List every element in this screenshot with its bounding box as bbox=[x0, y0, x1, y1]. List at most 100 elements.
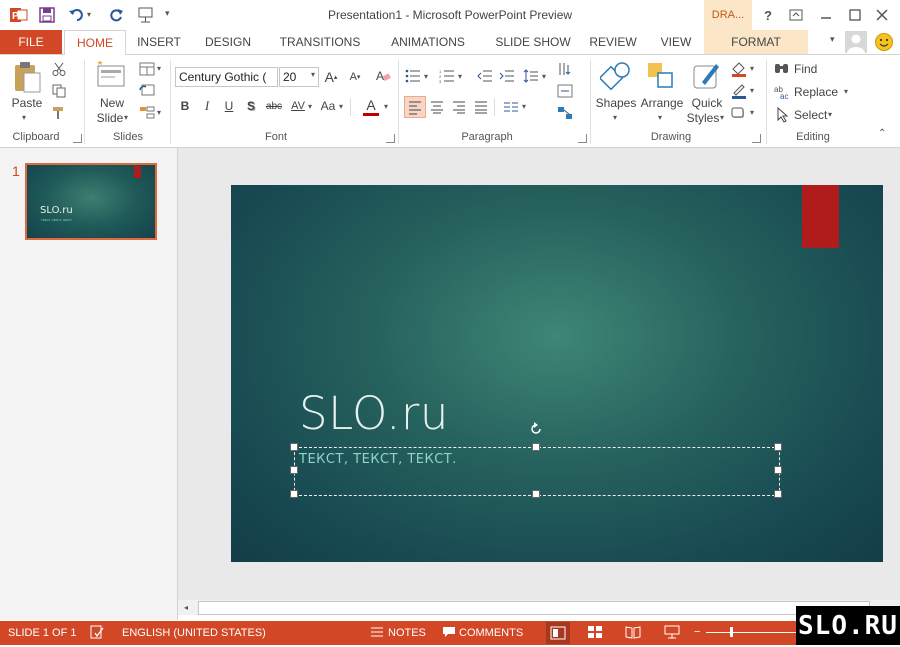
collapse-ribbon-icon[interactable]: ⌃ bbox=[878, 128, 886, 139]
scrollbar-thumb[interactable] bbox=[198, 601, 870, 615]
shapes-dropdown-icon[interactable]: ▾ bbox=[613, 113, 617, 122]
align-text-icon[interactable] bbox=[556, 82, 574, 100]
zoom-slider-track[interactable] bbox=[706, 632, 796, 633]
arrange-label[interactable]: Arrange bbox=[636, 96, 688, 111]
font-name-combo[interactable]: Century Gothic ( bbox=[175, 67, 278, 87]
replace-dropdown-icon[interactable]: ▾ bbox=[844, 87, 848, 96]
slide-show-view-icon[interactable] bbox=[664, 625, 680, 642]
tab-review[interactable]: REVIEW bbox=[588, 30, 638, 54]
resize-handle-left[interactable] bbox=[290, 466, 298, 474]
paste-button-label[interactable]: Paste bbox=[8, 96, 46, 111]
bullets-icon[interactable] bbox=[404, 67, 422, 85]
slide-thumbnail[interactable]: SLO.ru ТЕКСТ, ТЕКСТ, ТЕКСТ. bbox=[25, 163, 157, 240]
quick-styles-dropdown-icon[interactable]: ▾ bbox=[720, 113, 724, 122]
language-status[interactable]: ENGLISH (UNITED STATES) bbox=[122, 627, 266, 639]
columns-dropdown-icon[interactable]: ▾ bbox=[522, 102, 526, 111]
zoom-out-icon[interactable]: − bbox=[694, 626, 700, 638]
text-direction-icon[interactable] bbox=[556, 60, 574, 78]
maximize-icon[interactable] bbox=[845, 6, 865, 24]
shapes-label[interactable]: Shapes bbox=[594, 96, 638, 111]
normal-view-button[interactable] bbox=[546, 622, 570, 644]
line-spacing-icon[interactable] bbox=[522, 67, 540, 85]
shape-effects-icon[interactable] bbox=[730, 104, 748, 122]
find-icon[interactable] bbox=[774, 61, 790, 80]
grow-font-button[interactable]: A ▴ bbox=[322, 68, 340, 86]
clear-formatting-icon[interactable]: A bbox=[374, 67, 392, 85]
notes-icon[interactable] bbox=[370, 626, 384, 641]
tab-transitions[interactable]: TRANSITIONS bbox=[272, 30, 368, 54]
comments-button[interactable]: COMMENTS bbox=[459, 627, 523, 639]
tab-view[interactable]: VIEW bbox=[654, 30, 698, 54]
slide-title[interactable]: SLO.ru bbox=[299, 387, 449, 440]
shape-fill-dropdown-icon[interactable]: ▾ bbox=[750, 64, 754, 73]
resize-handle-top[interactable] bbox=[532, 443, 540, 451]
align-center-icon[interactable] bbox=[428, 98, 446, 116]
font-size-combo[interactable]: 20 ▾ bbox=[279, 67, 319, 87]
new-slide-icon[interactable] bbox=[96, 60, 126, 95]
avatar[interactable] bbox=[845, 31, 867, 53]
font-color-button[interactable]: A bbox=[362, 96, 380, 116]
slide-sorter-view-icon[interactable] bbox=[587, 625, 603, 642]
shape-outline-dropdown-icon[interactable]: ▾ bbox=[750, 86, 754, 95]
underline-button[interactable]: U bbox=[220, 97, 238, 115]
resize-handle-bottom-right[interactable] bbox=[774, 490, 782, 498]
select-dropdown-icon[interactable]: ▾ bbox=[828, 110, 832, 119]
reset-slide-icon[interactable] bbox=[138, 82, 156, 100]
font-launcher-icon[interactable] bbox=[386, 134, 395, 143]
clipboard-launcher-icon[interactable] bbox=[73, 134, 82, 143]
strikethrough-button[interactable]: abc bbox=[262, 97, 286, 115]
font-color-dropdown-icon[interactable]: ▾ bbox=[384, 102, 388, 111]
shape-outline-icon[interactable] bbox=[730, 82, 748, 100]
tab-home[interactable]: HOME bbox=[64, 30, 126, 56]
new-slide-dropdown-icon[interactable]: ▾ bbox=[124, 113, 128, 122]
select-cursor-icon[interactable] bbox=[776, 106, 790, 126]
account-dropdown-icon[interactable]: ▾ bbox=[830, 34, 835, 45]
line-spacing-dropdown-icon[interactable]: ▾ bbox=[542, 72, 546, 81]
slide-canvas[interactable]: SLO.ru ТЕКСТ, ТЕКСТ, ТЕКСТ. bbox=[231, 185, 883, 562]
slide-subtitle[interactable]: ТЕКСТ, ТЕКСТ, ТЕКСТ. bbox=[299, 452, 457, 467]
paste-icon[interactable] bbox=[12, 60, 42, 97]
arrange-dropdown-icon[interactable]: ▾ bbox=[658, 113, 662, 122]
zoom-slider-thumb[interactable] bbox=[730, 627, 733, 637]
paragraph-launcher-icon[interactable] bbox=[578, 134, 587, 143]
change-case-dropdown-icon[interactable]: ▾ bbox=[339, 102, 343, 111]
bold-button[interactable]: B bbox=[176, 97, 194, 115]
quick-styles-icon[interactable] bbox=[690, 60, 722, 95]
feedback-smiley-icon[interactable] bbox=[874, 32, 894, 55]
cut-icon[interactable] bbox=[50, 60, 68, 78]
quick-styles-label-1[interactable]: Quick bbox=[684, 96, 730, 111]
align-left-button[interactable] bbox=[404, 96, 426, 118]
resize-handle-top-right[interactable] bbox=[774, 443, 782, 451]
layout-dropdown-icon[interactable]: ▾ bbox=[157, 64, 161, 73]
find-button[interactable]: Find bbox=[794, 62, 817, 76]
paste-dropdown-icon[interactable]: ▾ bbox=[22, 113, 26, 122]
tab-format[interactable]: FORMAT bbox=[704, 30, 808, 54]
justify-icon[interactable] bbox=[472, 98, 490, 116]
italic-button[interactable]: I bbox=[198, 97, 216, 115]
convert-to-smartart-icon[interactable] bbox=[556, 104, 574, 122]
character-spacing-dropdown-icon[interactable]: ▾ bbox=[308, 102, 312, 111]
character-spacing-button[interactable]: AV bbox=[288, 97, 308, 115]
numbering-icon[interactable]: 123 bbox=[438, 67, 456, 85]
scroll-left-icon[interactable]: ◂ bbox=[184, 603, 188, 612]
increase-indent-icon[interactable] bbox=[498, 67, 516, 85]
decrease-indent-icon[interactable] bbox=[476, 67, 494, 85]
help-button[interactable]: ? bbox=[758, 6, 778, 24]
columns-icon[interactable] bbox=[502, 98, 520, 116]
shape-effects-dropdown-icon[interactable]: ▾ bbox=[750, 108, 754, 117]
copy-icon[interactable] bbox=[50, 82, 68, 100]
resize-handle-top-left[interactable] bbox=[290, 443, 298, 451]
tab-insert[interactable]: INSERT bbox=[130, 30, 188, 54]
font-size-dropdown-icon[interactable]: ▾ bbox=[311, 70, 315, 79]
change-case-button[interactable]: Aa bbox=[318, 97, 338, 115]
resize-handle-right[interactable] bbox=[774, 466, 782, 474]
reading-view-icon[interactable] bbox=[625, 625, 641, 642]
resize-handle-bottom[interactable] bbox=[532, 490, 540, 498]
text-shadow-button[interactable]: S bbox=[242, 97, 260, 115]
tab-animations[interactable]: ANIMATIONS bbox=[382, 30, 474, 54]
section-icon[interactable] bbox=[138, 104, 156, 122]
format-painter-icon[interactable] bbox=[50, 104, 68, 122]
shrink-font-button[interactable]: A ▾ bbox=[346, 68, 364, 86]
arrange-icon[interactable] bbox=[645, 60, 677, 95]
close-icon[interactable] bbox=[872, 6, 892, 24]
